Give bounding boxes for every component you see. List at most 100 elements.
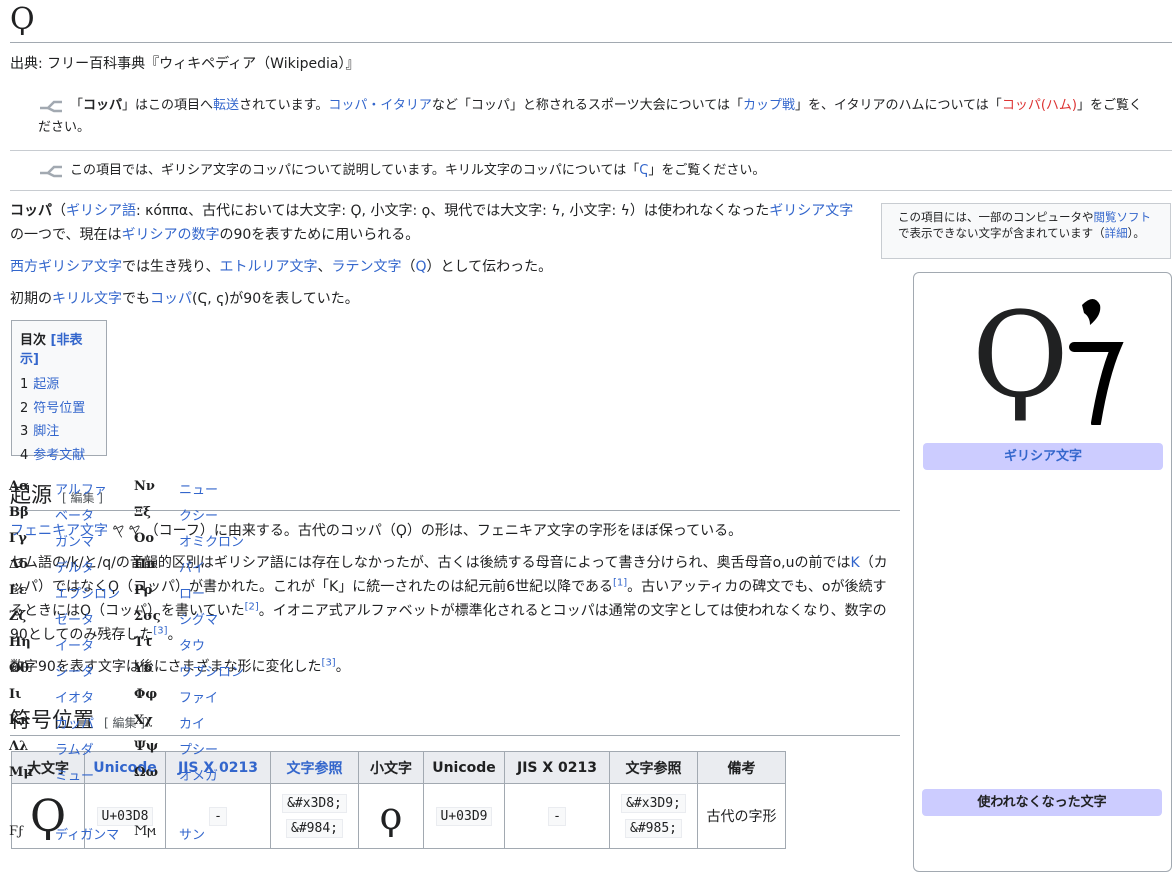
- letter-link[interactable]: デルタ: [55, 557, 94, 576]
- toc-link-references[interactable]: 参考文献: [33, 448, 85, 463]
- toc-item[interactable]: 3 脚注: [20, 420, 98, 444]
- letter-row: Αα アルファ Νν ニュー: [9, 479, 253, 505]
- letter: Ββ: [9, 505, 29, 520]
- letter: Λλ: [9, 739, 29, 754]
- link-cyrillic-koppa[interactable]: Ҁ: [639, 163, 648, 178]
- source-line: 出典: フリー百科事典『ウィキペディア（Wikipedia）』: [10, 56, 360, 72]
- link-latin[interactable]: ラテン文字: [331, 259, 401, 275]
- letter-link[interactable]: ニュー: [179, 479, 218, 498]
- greek-letter-list: Αα アルファ Νν ニュー Ββ ベータ Ξξ クシー Γγ ガンマ Οο オミクロン Δδ デル…: [9, 479, 253, 791]
- lead-paragraph-2: 西方ギリシア文字では生き残り、エトルリア文字、ラテン文字（Q）として伝わった。: [10, 255, 865, 279]
- disambiguation-icon: [40, 100, 62, 112]
- header-text: 使われなくなった文字: [977, 795, 1107, 810]
- letter: Ψψ: [134, 739, 159, 754]
- letter-link[interactable]: パイ: [179, 557, 205, 576]
- link-koppa-cyrillic[interactable]: コッパ: [150, 291, 192, 307]
- toc-item[interactable]: 1 起源: [20, 373, 98, 397]
- link-cup[interactable]: カップ戦: [743, 98, 795, 113]
- infobox-header-greek[interactable]: ギリシア文字: [923, 443, 1163, 470]
- toc-num: 4: [20, 447, 29, 463]
- hatnote-text: されています。: [239, 98, 329, 113]
- link-coppa-ham[interactable]: コッパ(ハム): [1002, 98, 1077, 113]
- link-greek-language[interactable]: ギリシア語: [66, 203, 136, 219]
- letter-link[interactable]: ラムダ: [55, 739, 94, 758]
- link-charref[interactable]: 文字参照: [287, 761, 343, 777]
- letter-link[interactable]: ロー: [179, 583, 205, 602]
- letter-link[interactable]: ミュー: [55, 765, 94, 784]
- letter-link[interactable]: アルファ: [55, 479, 107, 498]
- lead-paragraph-3: 初期のキリル文字でもコッパ(Ҁ, ҁ)が90を表していた。: [10, 287, 865, 311]
- text: の90を表すために用いられる。: [219, 227, 420, 243]
- title-divider: [10, 42, 1172, 43]
- letter-link[interactable]: ゼータ: [55, 609, 94, 628]
- link-greek-numerals[interactable]: ギリシアの数字: [121, 227, 219, 243]
- link-details[interactable]: 詳細: [1105, 226, 1128, 240]
- col-jis-lower: JIS X 0213: [504, 751, 610, 784]
- letter-row: Ιι イオタ Φφ ファイ: [9, 687, 253, 713]
- letter-link[interactable]: ファイ: [179, 687, 218, 706]
- upper-ref-dec: &#984;: [286, 819, 343, 838]
- toc-num: 2: [20, 400, 29, 416]
- letter-link[interactable]: クシー: [179, 505, 218, 524]
- letter-link[interactable]: プシー: [179, 739, 218, 758]
- upper-ref-hex: &#x3D8;: [282, 794, 347, 813]
- toc-link-codepoints[interactable]: 符号位置: [33, 401, 85, 416]
- ref-1[interactable]: [1]: [613, 577, 627, 588]
- toc-item[interactable]: 4 参考文献: [20, 444, 98, 468]
- link-browser[interactable]: 閲覧ソフト: [1094, 210, 1152, 224]
- text: 。: [335, 659, 350, 675]
- text: (Ҁ, ҁ)が90を表していた。: [192, 291, 359, 307]
- hatnote-text: 「: [70, 98, 84, 113]
- link-redirect[interactable]: 転送: [213, 98, 239, 113]
- letter: Νν: [134, 479, 155, 494]
- lower-code: U+03D9: [435, 807, 493, 826]
- hatnote-bold: コッパ: [83, 98, 123, 113]
- hatnote-divider: [10, 190, 1172, 191]
- hatnote-text: この項目では、ギリシア文字のコッパについて説明しています。キリル文字のコッパにつ…: [70, 163, 640, 178]
- letter: Γγ: [9, 531, 27, 546]
- letter-link[interactable]: カイ: [179, 713, 205, 732]
- letter-link[interactable]: エプシロン: [55, 583, 120, 602]
- letter-link[interactable]: タウ: [179, 635, 205, 654]
- letter: Ππ: [134, 557, 156, 572]
- cell: -: [504, 783, 610, 849]
- link-etruscan[interactable]: エトルリア文字: [219, 259, 317, 275]
- text: 、: [317, 259, 332, 275]
- letter-link[interactable]: シグマ: [179, 609, 218, 628]
- infobox: Ϙ ギリシア文字: [913, 272, 1172, 872]
- letter-link[interactable]: シータ: [55, 661, 94, 680]
- letter-link[interactable]: ガンマ: [55, 531, 94, 550]
- link-kappa[interactable]: Κ: [851, 555, 860, 571]
- letter: Αα: [9, 479, 30, 494]
- toc-link-origin[interactable]: 起源: [33, 377, 59, 392]
- link-coppa-italia[interactable]: コッパ・イタリア: [328, 98, 431, 113]
- hatnote-text: 」をご覧ください。: [648, 163, 766, 178]
- letter-row: Ββ ベータ Ξξ クシー: [9, 505, 253, 531]
- letter-link[interactable]: サン: [179, 824, 205, 843]
- toc-item[interactable]: 2 符号位置: [20, 397, 98, 421]
- letter-link[interactable]: カッパ: [55, 713, 94, 732]
- lower-jis: -: [548, 807, 566, 826]
- infobox-header-obsolete: 使われなくなった文字: [922, 789, 1162, 816]
- ref-3[interactable]: [3]: [322, 657, 336, 668]
- letter: Ξξ: [134, 505, 151, 520]
- letter-link[interactable]: イータ: [55, 635, 94, 654]
- col-lower: 小文字: [358, 751, 424, 784]
- letter-link[interactable]: イオタ: [55, 687, 94, 706]
- letter-link[interactable]: ウプシロン: [179, 661, 244, 680]
- toc-link-notes[interactable]: 脚注: [33, 424, 59, 439]
- link-cyrillic[interactable]: キリル文字: [52, 291, 122, 307]
- letter: Ϝϝ: [9, 824, 25, 839]
- text: でも: [122, 291, 150, 307]
- notice-text: ）。: [1127, 226, 1145, 240]
- letter: Φφ: [134, 687, 158, 702]
- letter-link[interactable]: ベータ: [55, 505, 94, 524]
- letter-link[interactable]: オミクロン: [179, 531, 244, 550]
- text: では生き残り、: [122, 259, 220, 275]
- link-greek-alphabet[interactable]: ギリシア文字: [769, 203, 853, 219]
- letter-row: Ηη イータ Ττ タウ: [9, 635, 253, 661]
- letter-link[interactable]: オメガ: [179, 765, 218, 784]
- link-western-greek[interactable]: 西方ギリシア文字: [10, 259, 122, 275]
- link-q[interactable]: Q: [415, 259, 426, 275]
- letter-link[interactable]: ディガンマ: [55, 824, 119, 843]
